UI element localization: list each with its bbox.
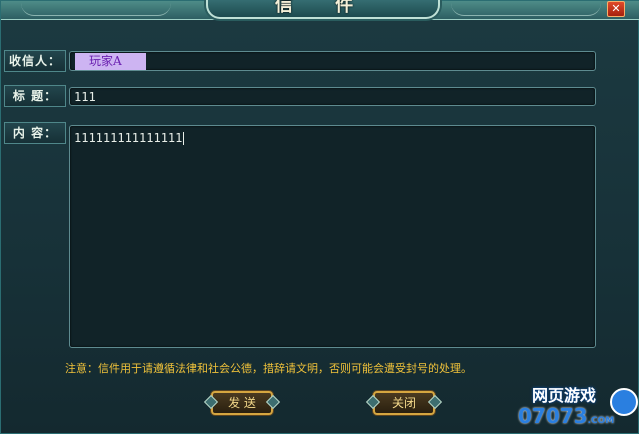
content-textarea[interactable]: 111111111111111 [69, 125, 596, 348]
text-caret [183, 132, 185, 145]
close-icon: ✕ [611, 2, 621, 15]
recipient-field[interactable]: 玩家A [69, 51, 596, 71]
title-plate: 信 件 [206, 0, 440, 19]
close-button[interactable]: 关闭 [365, 391, 443, 415]
ornament-right [451, 3, 601, 16]
site-watermark: 网页游戏 07073.COM [518, 382, 638, 432]
subject-field[interactable]: 111 [69, 87, 596, 106]
window-title: 信 件 [274, 0, 372, 16]
recipient-label: 收信人： [4, 50, 66, 72]
gem-icon [365, 394, 381, 410]
watermark-line2: 07073.COM [518, 404, 615, 428]
gem-icon [203, 394, 219, 410]
recipient-chip[interactable]: 玩家A [75, 53, 146, 70]
ornament-left [21, 3, 171, 16]
gem-icon [265, 394, 281, 410]
notice-text: 注意：信件用于请遵循法律和社会公德，措辞请文明，否则可能会遭受封号的处理。 [65, 362, 472, 375]
content-value: 111111111111111 [74, 131, 183, 145]
watermark-line1: 网页游戏 [532, 386, 597, 405]
subject-value: 111 [74, 90, 96, 104]
subject-label: 标 题： [4, 85, 66, 107]
send-button-label: 发 送 [228, 396, 256, 410]
close-button-label: 关闭 [391, 396, 416, 410]
gem-icon [427, 394, 443, 410]
close-window-button[interactable]: ✕ [607, 1, 625, 17]
mail-window: 信 件 ✕ 收信人： 玩家A 标 题： 111 内 容： 11111111111… [0, 0, 639, 434]
send-button[interactable]: 发 送 [203, 391, 281, 415]
content-label: 内 容： [4, 122, 66, 144]
